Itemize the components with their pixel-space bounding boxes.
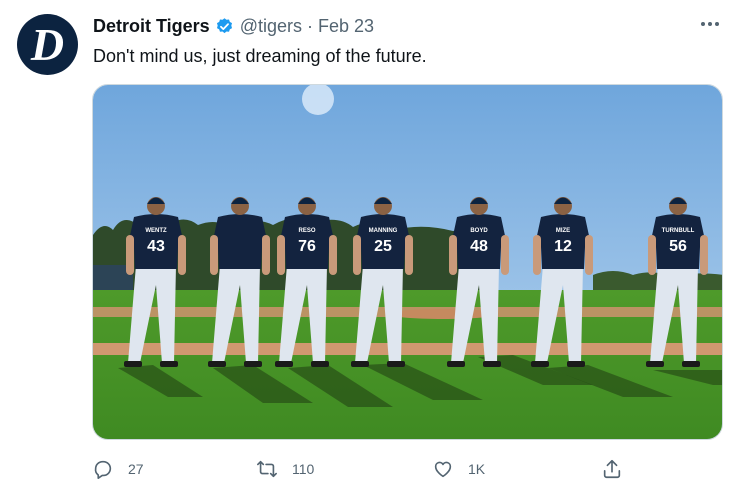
author-handle[interactable]: @tigers [240, 16, 302, 37]
more-dot-icon [701, 22, 705, 26]
tweet-text: Don't mind us, just dreaming of the futu… [93, 46, 427, 66]
jersey-number: 43 [147, 238, 165, 255]
jersey-number: 56 [669, 238, 687, 255]
retweet-button[interactable]: 110 [256, 455, 314, 483]
tigers-logo-icon: D [30, 18, 65, 70]
player-figure: WENTZ 43 [124, 197, 186, 367]
heart-icon [434, 461, 452, 478]
author-name[interactable]: Detroit Tigers [93, 16, 210, 37]
jersey-name: MIZE [556, 228, 570, 234]
player-figure: MIZE 12 [531, 197, 593, 367]
jersey-name: RESO [298, 228, 315, 234]
share-button[interactable] [601, 455, 623, 483]
jersey-number: 25 [374, 238, 392, 255]
header-separator: · [307, 16, 313, 36]
jersey-number: 76 [298, 238, 316, 255]
player-figure: MANNING 25 [351, 197, 413, 367]
reply-icon [94, 460, 112, 479]
jersey-name: MANNING [369, 228, 398, 234]
player-figure [208, 197, 270, 367]
jersey-name: TURNBULL [662, 228, 695, 234]
player-figure: TURNBULL 56 [646, 197, 708, 367]
reply-count: 27 [128, 461, 144, 477]
players-layer: WENTZ 43 RESO 76 MANNING 25 BOYD 48 MIZE 12 TURNBU… [124, 197, 708, 367]
jersey-name: WENTZ [145, 228, 167, 234]
like-button[interactable]: 1K [432, 455, 485, 483]
retweet-count: 110 [292, 461, 315, 477]
reply-button[interactable]: 27 [92, 455, 144, 483]
share-icon [603, 459, 621, 479]
player-figure: RESO 76 [275, 197, 337, 367]
tweet-header: Detroit Tigers @tigers · Feb 23 [93, 16, 374, 37]
jersey-name: BOYD [470, 228, 488, 234]
more-dot-icon [708, 22, 712, 26]
jersey-number: 48 [470, 238, 488, 255]
more-options-button[interactable] [695, 13, 725, 35]
retweet-icon [257, 460, 277, 478]
like-count: 1K [468, 461, 486, 477]
player-figure: BOYD 48 [447, 197, 509, 367]
tweet-date[interactable]: Feb 23 [318, 16, 374, 37]
tweet-photo[interactable]: WENTZ 43 RESO 76 MANNING 25 BOYD 48 MIZE 12 TURNBU… [92, 84, 723, 440]
author-avatar[interactable]: D [17, 14, 78, 75]
more-dot-icon [715, 22, 719, 26]
jersey-number: 12 [554, 238, 572, 255]
verified-badge-icon [216, 18, 232, 34]
tweet-actions: 27 110 1K [92, 455, 632, 483]
